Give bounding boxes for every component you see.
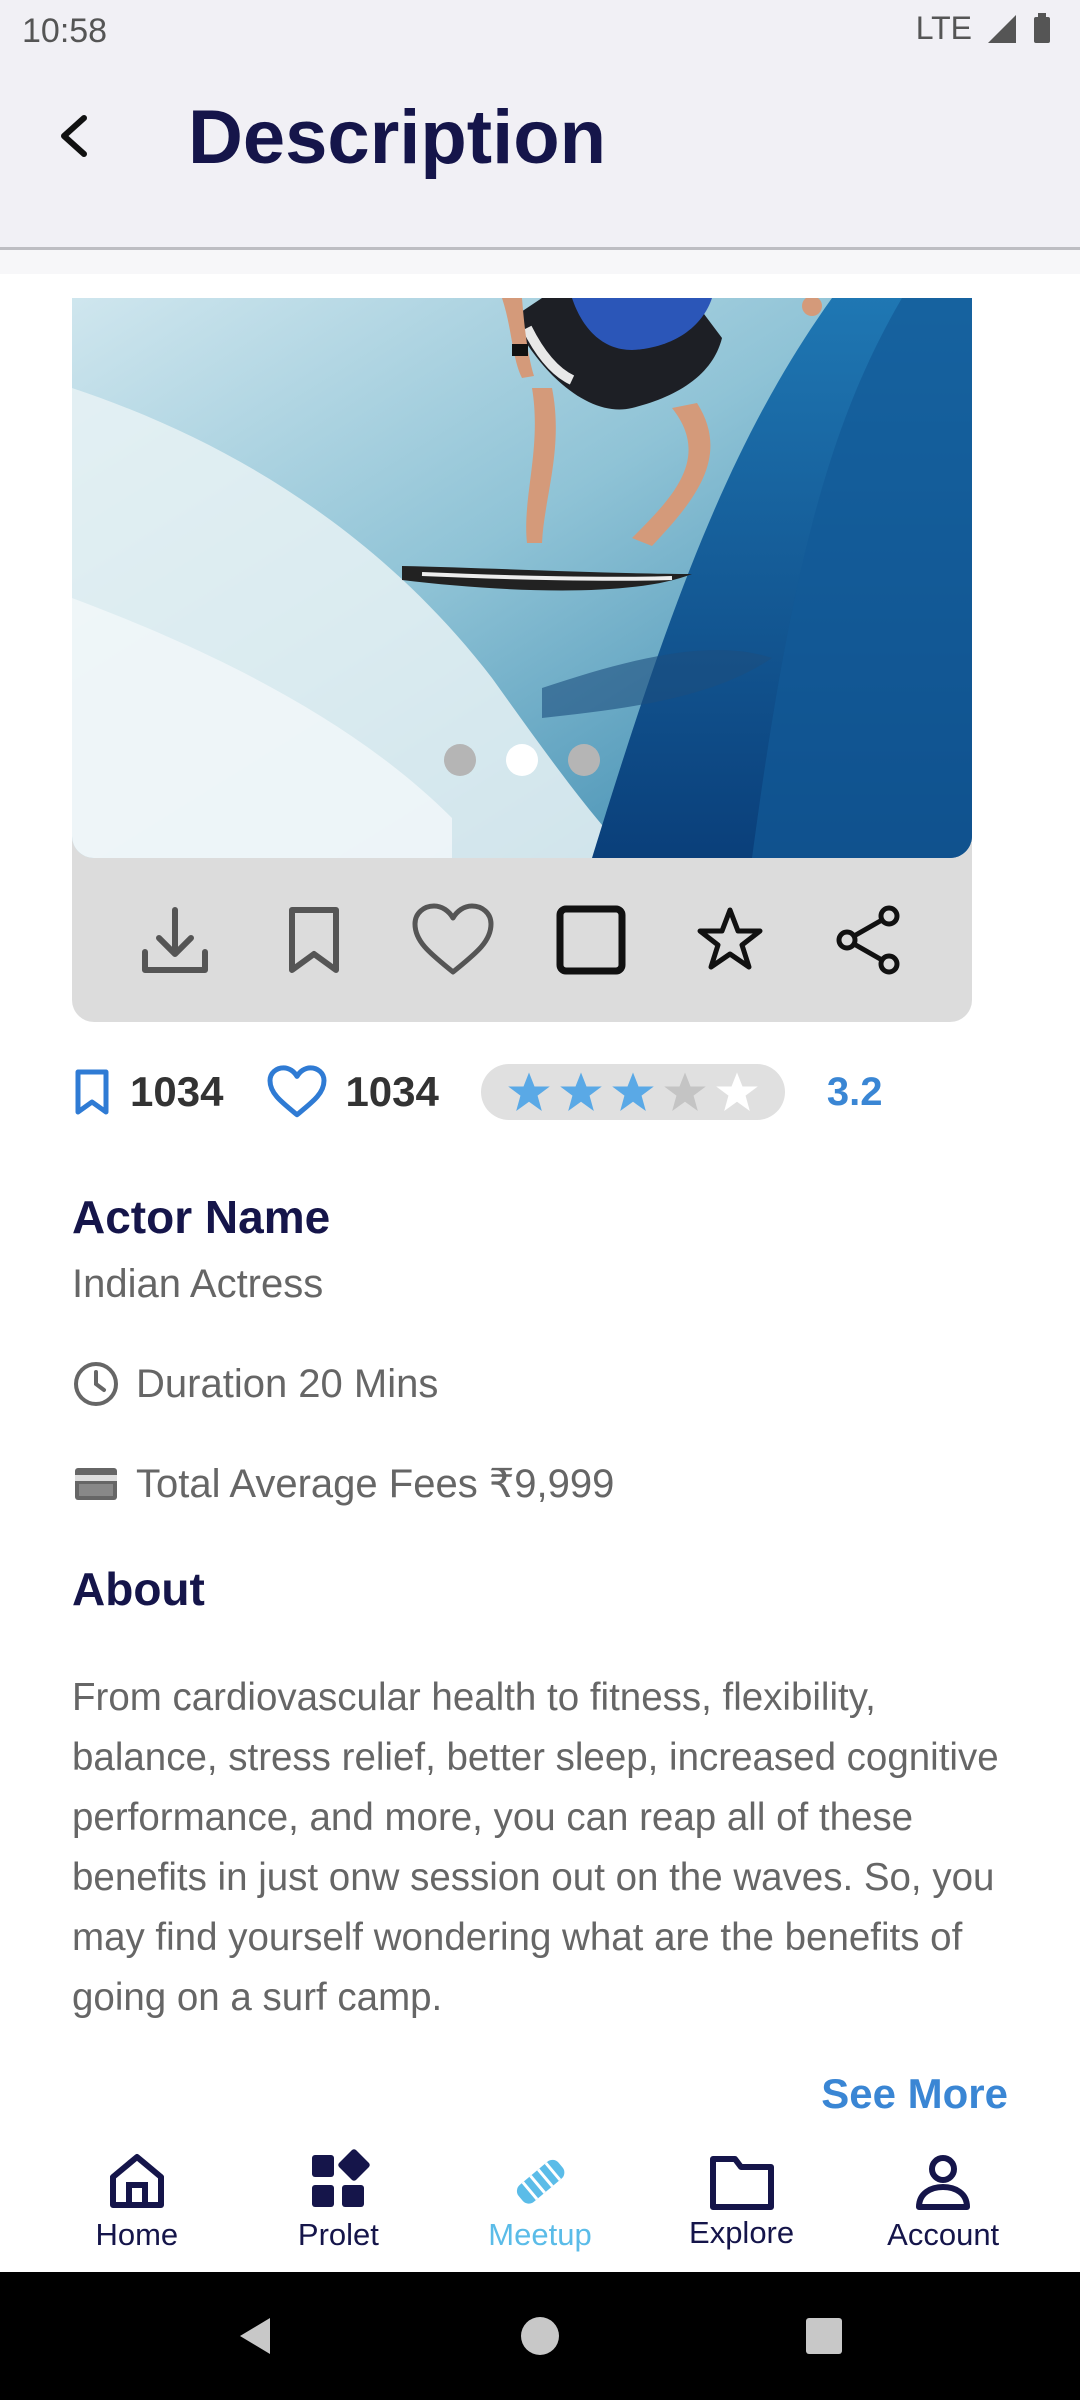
square-icon [556,905,626,975]
actor-role: Indian Actress [72,1262,324,1306]
status-bar: 10:58 LTE [0,0,1080,64]
grid-icon [312,2149,371,2207]
home-icon [109,2154,164,2208]
heart-icon [412,903,494,975]
clock-icon [74,1362,118,1406]
bottom-nav: Home Prolet Meetup Explore Account [0,2130,1080,2272]
system-home-icon[interactable] [518,2314,562,2358]
select-button[interactable] [541,890,641,990]
see-more-link[interactable]: See More [821,2070,1008,2118]
system-recents-icon[interactable] [802,2314,846,2358]
bookmark-button[interactable] [264,890,364,990]
like-count-value: 1034 [345,1068,439,1115]
back-arrow-icon [61,115,87,157]
wallet-icon [75,1468,117,1500]
status-indicators: LTE [916,10,1052,47]
nav-meetup-label: Meetup [488,2217,592,2252]
battery-icon [1034,12,1050,43]
download-button[interactable] [125,890,225,990]
bookmark-count: 1034 [72,1068,223,1116]
header-divider-space [0,250,1080,274]
star-icon [508,1072,550,1111]
share-icon [836,905,900,975]
nav-meetup[interactable]: Meetup [460,2149,620,2253]
person-icon [916,2155,971,2210]
system-navigation-bar [0,2272,1080,2400]
star-icon [612,1072,654,1111]
carousel-dot[interactable] [568,744,600,776]
heart-icon [267,1065,327,1118]
actor-name: Actor Name [72,1191,331,1243]
carousel-indicator [0,744,1044,776]
bookmark-count-value: 1034 [130,1068,224,1115]
rating-value: 3.2 [826,1069,883,1114]
nav-account[interactable]: Account [863,2149,1023,2253]
duration-text: Duration 20 Mins [136,1361,439,1406]
fees-text: Total Average Fees ₹9,999 [136,1462,615,1506]
like-count: 1034 [267,1065,439,1119]
nav-explore-label: Explore [689,2215,795,2250]
bookmark-icon [75,1069,109,1115]
favorite-button[interactable] [680,890,780,990]
about-title: About [72,1563,205,1615]
fees-row: Total Average Fees ₹9,999 [72,1460,614,1508]
carousel-dot-active[interactable] [506,744,538,776]
duration-row: Duration 20 Mins [72,1360,438,1408]
status-time: 10:58 [22,12,108,50]
stats-row: 1034 1034 3.2 [72,1052,1012,1132]
handshake-icon [516,2159,565,2204]
about-text: From cardiovascular health to fitness, f… [72,1676,999,2019]
signal-icon [988,14,1016,43]
back-button[interactable] [42,104,106,168]
folder-icon [709,2156,774,2210]
share-button[interactable] [819,890,919,990]
nav-account-label: Account [887,2217,1000,2252]
star-empty-icon [664,1072,706,1111]
network-type: LTE [915,10,972,46]
star-empty-icon [716,1072,758,1111]
media-action-bar [72,858,972,1022]
nav-explore[interactable]: Explore [662,2151,822,2251]
carousel-dot[interactable] [444,744,476,776]
like-button[interactable] [403,890,503,990]
download-icon [142,907,209,973]
nav-home-label: Home [95,2217,179,2252]
page-title: Description [188,95,607,180]
system-back-icon[interactable] [234,2314,278,2358]
star-icon [560,1072,602,1111]
star-rating [480,1064,785,1120]
app-bar: Description [0,64,1080,250]
star-outline-icon [697,907,763,970]
nav-home[interactable]: Home [57,2149,217,2253]
nav-prolet-label: Prolet [297,2217,379,2252]
bookmark-icon [288,907,339,973]
nav-prolet[interactable]: Prolet [258,2149,418,2253]
